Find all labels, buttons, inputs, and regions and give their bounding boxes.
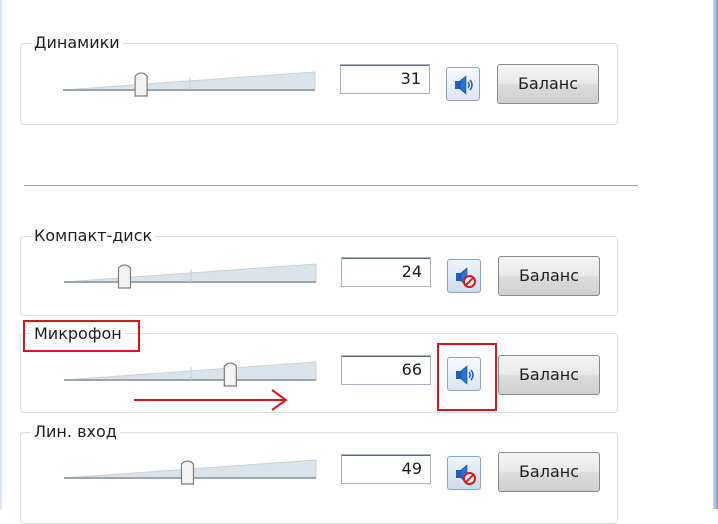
mic-slider[interactable]: [60, 354, 322, 390]
speakers-label: Динамики: [31, 34, 123, 52]
window-frame-right: [713, 0, 718, 509]
cd-label: Компакт-диск: [31, 227, 156, 245]
cd-mute-button[interactable]: [447, 259, 481, 293]
speaker-muted-icon: [456, 464, 476, 485]
mic-mute-highlight: [437, 343, 497, 411]
cd-value-field[interactable]: 24: [341, 257, 431, 287]
cd-balance-button[interactable]: Баланс: [498, 256, 600, 296]
slider-thumb[interactable]: [117, 264, 132, 289]
red-arrow-right-icon: [134, 389, 288, 411]
window-frame-left: [0, 0, 2, 509]
slider-thumb[interactable]: [134, 72, 148, 97]
slider-thumb[interactable]: [180, 460, 195, 485]
line-in-label: Лин. вход: [31, 423, 120, 441]
mic-balance-button[interactable]: Баланс: [498, 355, 600, 395]
speakers-balance-button[interactable]: Баланс: [497, 64, 599, 104]
line-in-slider[interactable]: [60, 452, 322, 488]
cd-slider[interactable]: [60, 256, 322, 292]
speakers-mute-button[interactable]: [446, 67, 480, 101]
separator: [24, 185, 638, 186]
line-in-value-field[interactable]: 49: [341, 454, 431, 484]
mic-value-field[interactable]: 66: [341, 355, 431, 385]
mic-label-highlight: [23, 320, 140, 352]
slider-thumb[interactable]: [223, 362, 237, 387]
speaker-muted-icon: [456, 267, 476, 288]
line-in-mute-button[interactable]: [447, 456, 481, 490]
speakers-slider[interactable]: [59, 64, 321, 100]
speakers-value-field[interactable]: 31: [340, 64, 430, 94]
speaker-icon: [455, 75, 473, 95]
line-in-balance-button[interactable]: Баланс: [498, 452, 600, 492]
